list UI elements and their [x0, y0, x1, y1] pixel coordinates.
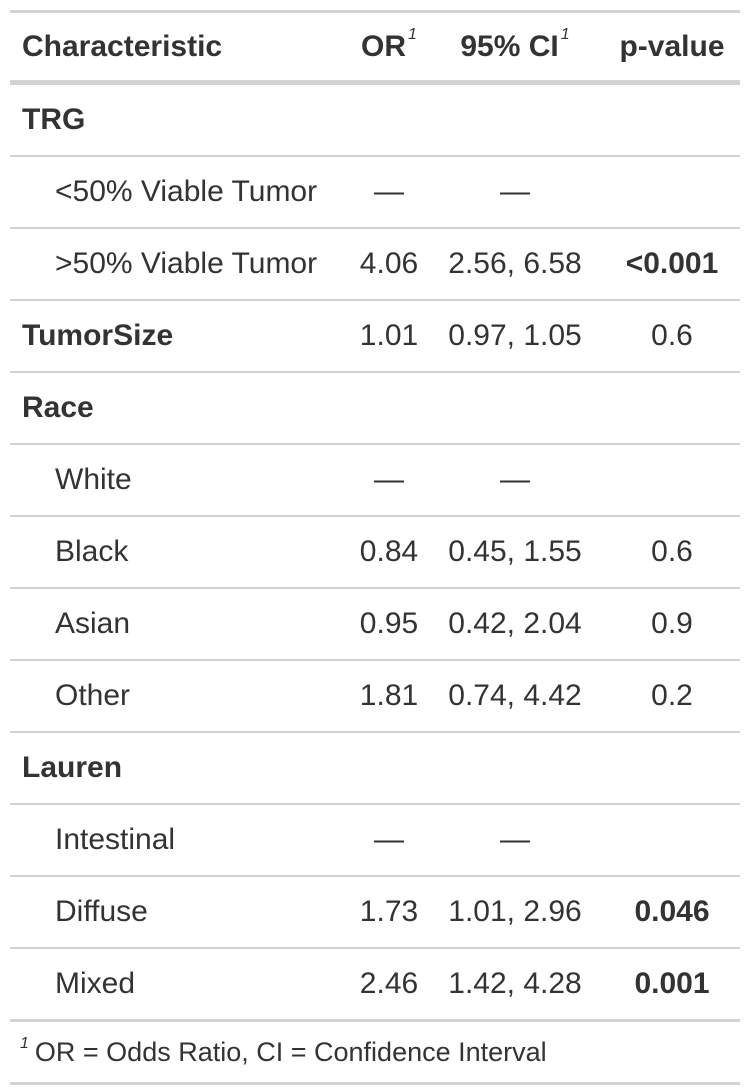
- table-header: Characteristic OR 1 95% CI 1 p-value: [10, 13, 740, 83]
- ci-value: —: [500, 823, 530, 856]
- table-row: <50% Viable Tumor — —: [10, 155, 740, 227]
- or-value: 2.46: [359, 967, 419, 1000]
- or-value: 1.73: [359, 895, 419, 928]
- header-characteristic: Characteristic: [22, 29, 223, 63]
- p-value: 0.6: [651, 319, 693, 352]
- table-row: TumorSize 1.01 0.97, 1.05 0.6: [10, 299, 740, 371]
- ci-value: —: [500, 463, 530, 496]
- p-value: 0.2: [651, 679, 693, 712]
- or-value: —: [374, 463, 404, 496]
- ci-value: 1.01, 2.96: [448, 895, 582, 928]
- footnote-marker: 1: [20, 1035, 29, 1052]
- row-label: Asian: [55, 607, 131, 640]
- footnote-marker: 1: [560, 25, 570, 43]
- row-label: Lauren: [22, 751, 123, 784]
- table-row: Diffuse 1.73 1.01, 2.96 0.046: [10, 875, 740, 947]
- table-row: Black 0.84 0.45, 1.55 0.6: [10, 515, 740, 587]
- row-label: TumorSize: [22, 319, 174, 352]
- row-label: <50% Viable Tumor: [55, 175, 318, 208]
- row-label: Intestinal: [55, 823, 176, 856]
- row-label: Mixed: [55, 967, 136, 1000]
- ci-value: 0.45, 1.55: [448, 535, 582, 568]
- row-label: Black: [55, 535, 129, 568]
- or-value: 0.84: [359, 535, 419, 568]
- p-value: <0.001: [625, 247, 719, 280]
- table-row: >50% Viable Tumor 4.06 2.56, 6.58 <0.001: [10, 227, 740, 299]
- or-value: —: [374, 823, 404, 856]
- ci-value: 0.74, 4.42: [448, 679, 582, 712]
- or-value: —: [374, 175, 404, 208]
- table-row: Mixed 2.46 1.42, 4.28 0.001: [10, 947, 740, 1019]
- header-or: OR 1: [361, 25, 417, 63]
- row-label: TRG: [22, 103, 86, 136]
- row-label: Other: [55, 679, 131, 712]
- p-value: 0.046: [634, 895, 710, 928]
- footnote-text: OR = Odds Ratio, CI = Confidence Interva…: [34, 1036, 547, 1067]
- or-value: 1.01: [359, 319, 419, 352]
- p-value: 0.6: [651, 535, 693, 568]
- p-value: 0.9: [651, 607, 693, 640]
- header-p-value: p-value: [619, 29, 725, 63]
- table-row: Asian 0.95 0.42, 2.04 0.9: [10, 587, 740, 659]
- table-row: Race: [10, 371, 740, 443]
- p-value: 0.001: [634, 967, 710, 1000]
- ci-value: 0.42, 2.04: [448, 607, 582, 640]
- table-row: Intestinal — —: [10, 803, 740, 875]
- ci-value: —: [500, 175, 530, 208]
- table-row: Other 1.81 0.74, 4.42 0.2: [10, 659, 740, 731]
- or-value: 1.81: [359, 679, 419, 712]
- ci-value: 0.97, 1.05: [448, 319, 582, 352]
- row-label: Diffuse: [55, 895, 148, 928]
- table-row: TRG: [10, 83, 740, 155]
- footnote-marker: 1: [408, 25, 417, 43]
- table-row: White — —: [10, 443, 740, 515]
- table-footnote: 1 OR = Odds Ratio, CI = Confidence Inter…: [10, 1019, 740, 1082]
- or-value: 0.95: [359, 607, 419, 640]
- row-label: >50% Viable Tumor: [55, 247, 318, 280]
- table-body: TRG <50% Viable Tumor — — >50% Viable Tumor 4…: [10, 83, 740, 1019]
- header-ci: 95% CI 1: [460, 25, 570, 63]
- ci-value: 2.56, 6.58: [448, 247, 582, 280]
- ci-value: 1.42, 4.28: [448, 967, 582, 1000]
- regression-table: Characteristic OR 1 95% CI 1 p-value TRG <5…: [10, 10, 740, 1085]
- row-label: White: [55, 463, 132, 496]
- row-label: Race: [22, 391, 94, 424]
- table-row: Lauren: [10, 731, 740, 803]
- or-value: 4.06: [359, 247, 419, 280]
